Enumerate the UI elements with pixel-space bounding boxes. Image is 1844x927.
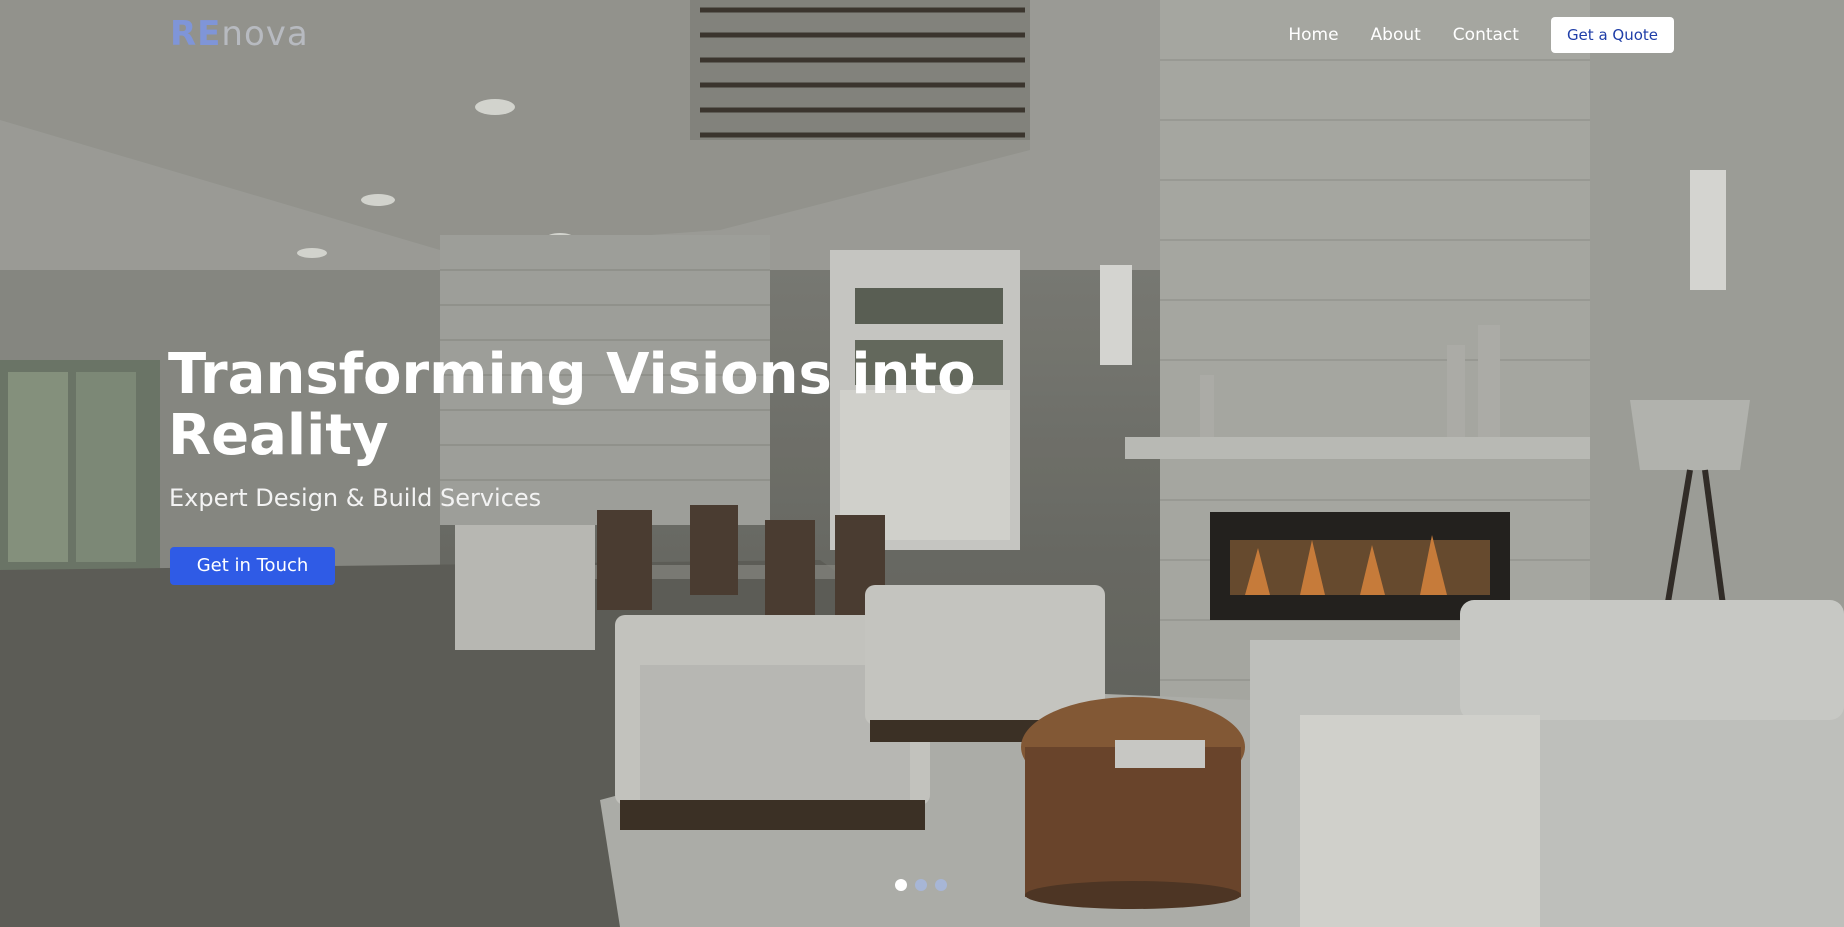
slider-dot-3[interactable] [935,879,947,891]
nav-item-about[interactable]: About [1371,17,1421,53]
nav-item-home[interactable]: Home [1288,17,1338,53]
nav-item-contact[interactable]: Contact [1453,17,1519,53]
hero-section: REnova Home About Contact Get a Quote Tr… [0,0,1844,927]
logo-prefix: RE [170,14,222,54]
brand-logo[interactable]: REnova [170,14,309,54]
logo-suffix: nova [221,14,309,54]
main-nav: Home About Contact Get a Quote [1288,17,1674,53]
hero-subheadline: Expert Design & Build Services [169,484,542,512]
slider-dot-2[interactable] [915,879,927,891]
hero-headline: Transforming Visions into Reality [168,342,976,468]
slider-dot-1[interactable] [895,879,907,891]
slider-indicators [895,879,947,891]
get-a-quote-button[interactable]: Get a Quote [1550,17,1674,53]
get-in-touch-button[interactable]: Get in Touch [170,547,335,585]
